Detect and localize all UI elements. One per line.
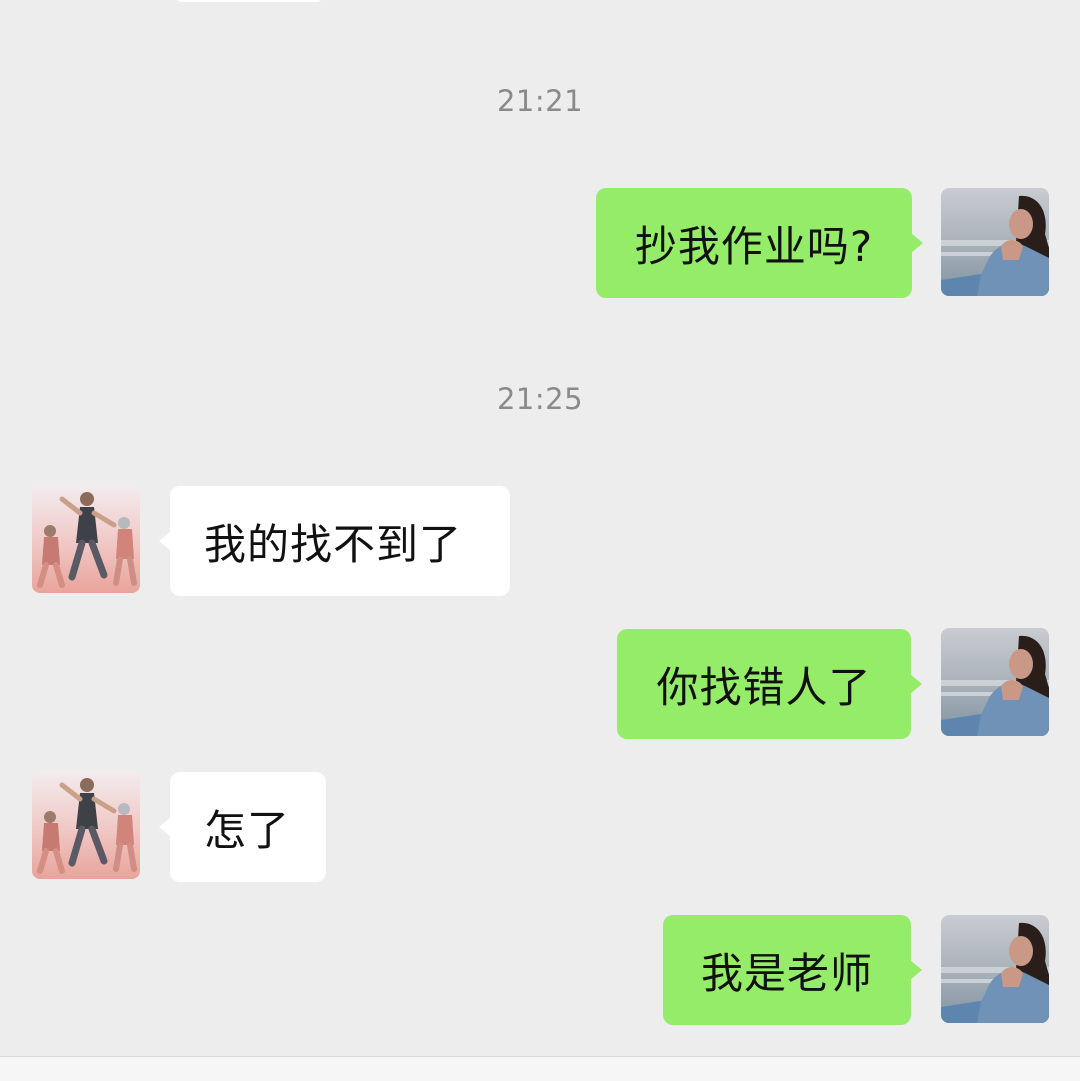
dancing-group-avatar-icon <box>32 485 140 593</box>
input-bar-edge <box>0 1056 1080 1081</box>
chat-area: 21:21 抄我作业吗? 21:25 我的找不到了 你找错人了 怎了 我是老师 <box>0 0 1080 1081</box>
my-avatar[interactable] <box>941 915 1049 1023</box>
incoming-message-bubble[interactable]: 我的找不到了 <box>159 486 510 596</box>
outgoing-message-bubble[interactable]: 抄我作业吗? <box>596 188 923 298</box>
incoming-message-bubble[interactable]: 怎了 <box>159 772 326 882</box>
woman-by-sea-avatar-icon <box>941 915 1049 1023</box>
woman-by-sea-avatar-icon <box>941 188 1049 296</box>
timestamp: 21:21 <box>496 84 584 118</box>
message-text: 怎了 <box>204 805 291 855</box>
previous-message-edge <box>176 0 322 2</box>
outgoing-message-bubble[interactable]: 我是老师 <box>663 915 922 1025</box>
outgoing-message-bubble[interactable]: 你找错人了 <box>617 629 922 739</box>
my-avatar[interactable] <box>941 628 1049 736</box>
woman-by-sea-avatar-icon <box>941 628 1049 736</box>
my-avatar[interactable] <box>941 188 1049 296</box>
timestamp: 21:25 <box>496 382 584 416</box>
contact-avatar[interactable] <box>32 485 140 593</box>
contact-avatar[interactable] <box>32 771 140 879</box>
message-text: 我是老师 <box>700 948 873 998</box>
message-text: 我的找不到了 <box>204 519 463 569</box>
dancing-group-avatar-icon <box>32 771 140 879</box>
message-text: 你找错人了 <box>656 662 872 712</box>
message-text: 抄我作业吗? <box>634 221 874 271</box>
